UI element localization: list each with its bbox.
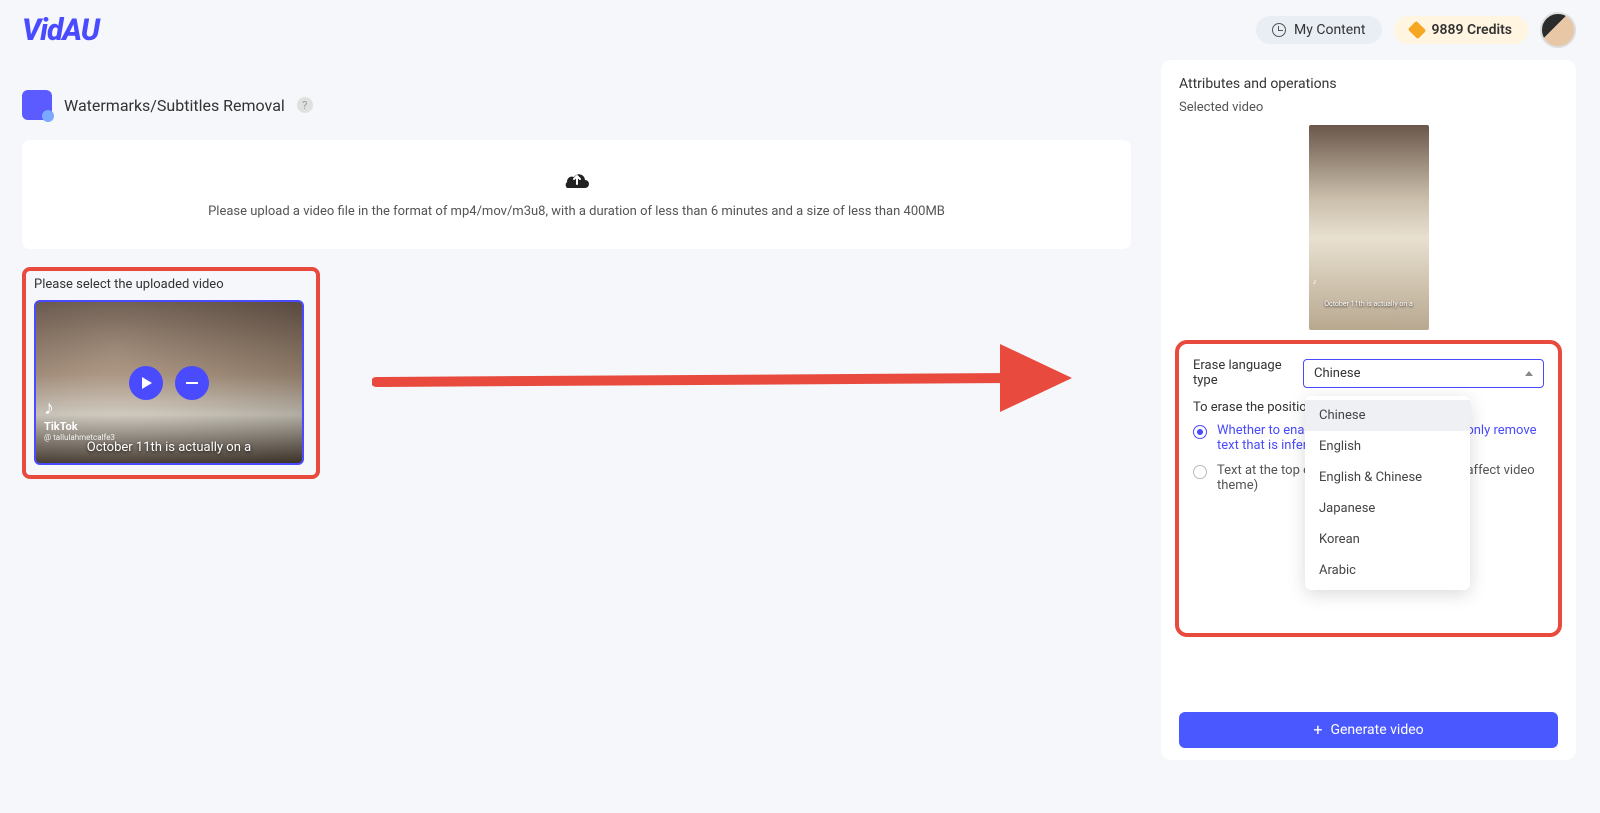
dropdown-option[interactable]: Japanese (1305, 493, 1470, 524)
upload-instructions: Please upload a video file in the format… (42, 204, 1111, 219)
logo[interactable]: VidAU (22, 13, 99, 48)
radio-icon (1193, 425, 1207, 439)
clock-icon (1272, 23, 1286, 37)
chevron-up-icon (1525, 371, 1533, 376)
language-dropdown-menu: Chinese English English & Chinese Japane… (1305, 396, 1470, 590)
generate-video-label: Generate video (1330, 722, 1423, 738)
selected-video-label: Selected video (1179, 100, 1558, 115)
preview-tiktok-badge: ♪ (1313, 277, 1317, 286)
tiktok-watermark: ♪ TikTok @ tallulahmetcalfe3 (44, 395, 115, 442)
my-content-label: My Content (1294, 22, 1365, 38)
header: VidAU My Content 9889 Credits (0, 0, 1600, 60)
credits-button[interactable]: 9889 Credits (1394, 16, 1529, 44)
select-uploaded-box: Please select the uploaded video ♪ TikTo… (22, 267, 320, 479)
dropdown-option[interactable]: Chinese (1305, 400, 1470, 431)
thumbnail-caption: October 11th is actually on a (36, 440, 302, 455)
page-title-row: Watermarks/Subtitles Removal ? (22, 90, 1131, 120)
attributes-heading: Attributes and operations (1179, 76, 1558, 92)
erase-language-label: Erase language type (1193, 358, 1303, 388)
dropdown-option[interactable]: Korean (1305, 524, 1470, 555)
dropdown-option[interactable]: English (1305, 431, 1470, 462)
feature-icon (22, 90, 52, 120)
preview-caption: October 11th is actually on a (1313, 300, 1425, 308)
main-content: Watermarks/Subtitles Removal ? Please up… (0, 60, 1600, 760)
dropdown-option[interactable]: Arabic (1305, 555, 1470, 586)
erase-language-row: Erase language type Chinese (1193, 358, 1544, 388)
erase-settings-panel: Erase language type Chinese To erase the… (1175, 340, 1562, 637)
video-thumbnail[interactable]: ♪ TikTok @ tallulahmetcalfe3 October 11t… (34, 300, 304, 465)
upload-cloud-icon (563, 166, 591, 192)
generate-video-button[interactable]: + Generate video (1179, 712, 1558, 748)
radio-icon (1193, 465, 1207, 479)
header-actions: My Content 9889 Credits (1256, 12, 1576, 48)
play-button[interactable] (129, 366, 163, 400)
erase-language-value: Chinese (1314, 366, 1360, 381)
select-uploaded-label: Please select the uploaded video (34, 277, 308, 292)
my-content-button[interactable]: My Content (1256, 16, 1381, 44)
help-icon[interactable]: ? (297, 97, 313, 113)
right-panel: Attributes and operations Selected video… (1161, 60, 1576, 760)
left-column: Watermarks/Subtitles Removal ? Please up… (22, 60, 1131, 479)
upload-area[interactable]: Please upload a video file in the format… (22, 140, 1131, 249)
credits-label: 9889 Credits (1432, 22, 1513, 38)
plus-icon: + (1313, 722, 1322, 738)
selected-video-preview[interactable]: ♪ October 11th is actually on a (1309, 125, 1429, 330)
thumbnail-controls (129, 366, 209, 400)
remove-button[interactable] (175, 366, 209, 400)
erase-language-select[interactable]: Chinese (1303, 359, 1544, 388)
avatar[interactable] (1540, 12, 1576, 48)
page-title: Watermarks/Subtitles Removal (64, 96, 285, 115)
dropdown-option[interactable]: English & Chinese (1305, 462, 1470, 493)
diamond-icon (1407, 21, 1425, 39)
